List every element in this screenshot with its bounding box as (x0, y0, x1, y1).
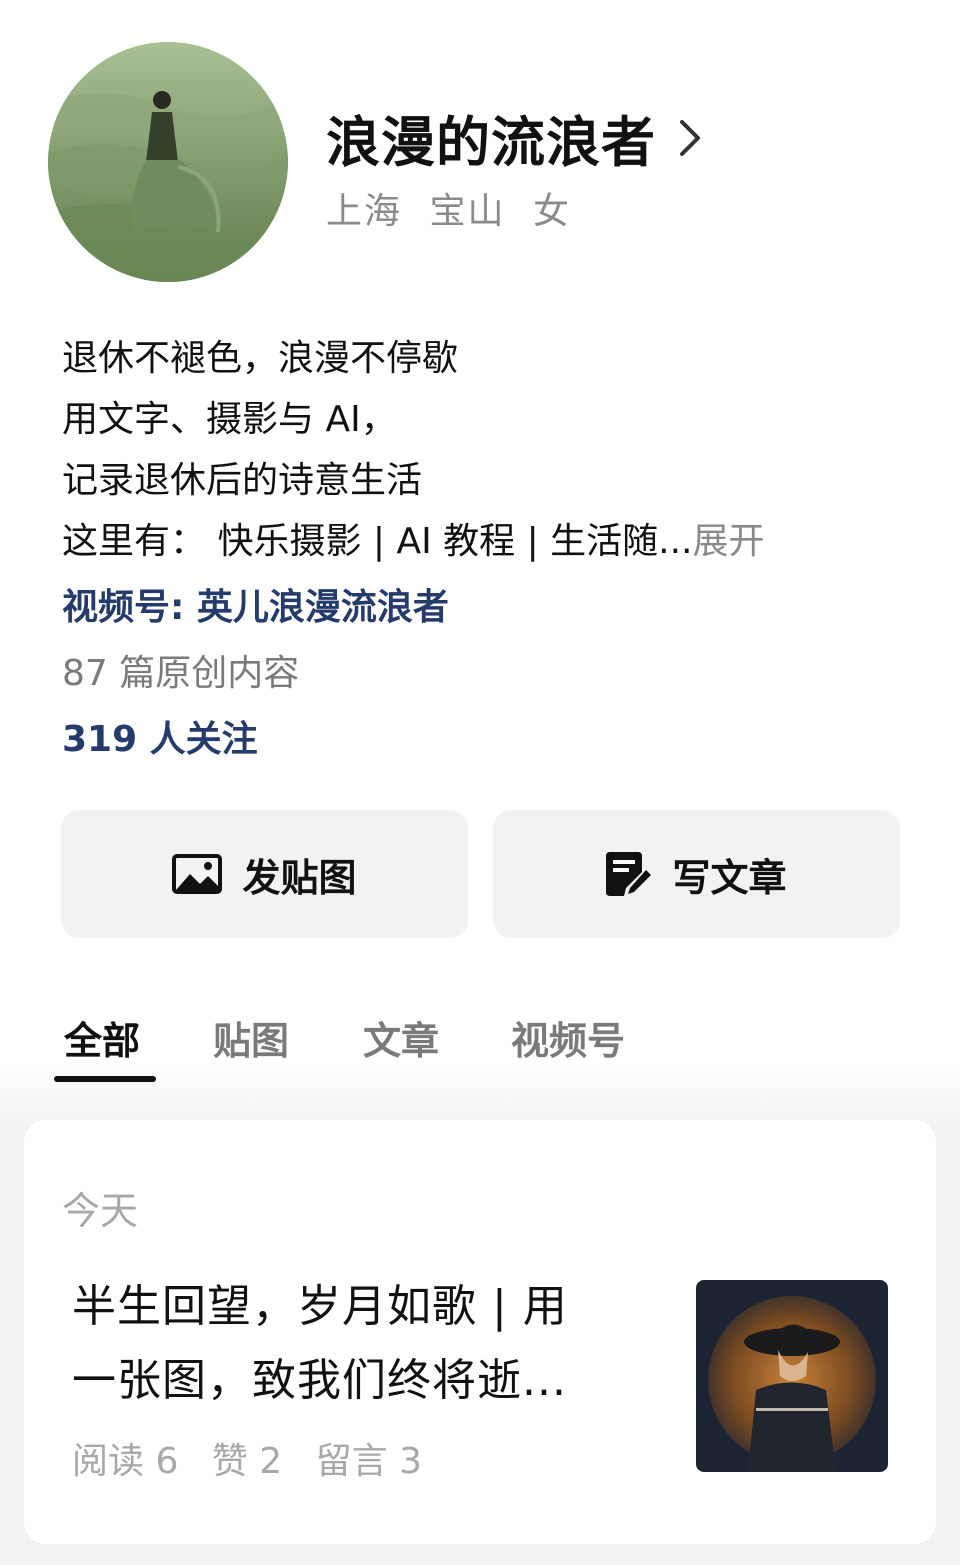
video-channel-link[interactable]: 视频号: 英儿浪漫流浪者 (62, 578, 449, 630)
post-image-button[interactable]: 发贴图 (61, 810, 468, 938)
content-tabs: 全部 贴图 文章 视频号 (0, 1010, 960, 1084)
bio-line: 退休不褪色，浪漫不停歇 (62, 338, 459, 379)
followers-count[interactable]: 319 人关注 (62, 710, 258, 762)
read-count: 阅读 6 (72, 1441, 179, 1482)
post-image-label: 发贴图 (242, 855, 357, 900)
location-city: 上海 (326, 191, 403, 232)
tab-video-channel[interactable]: 视频号 (511, 1010, 625, 1065)
active-tab-indicator (54, 1076, 156, 1082)
bio-line-last: 这里有： 快乐摄影 | AI 教程 | 生活随...展开 (62, 511, 765, 572)
section-date-label: 今天 (62, 1189, 139, 1233)
tab-image-posts[interactable]: 贴图 (213, 1010, 289, 1065)
profile-name: 浪漫的流浪者 (326, 111, 656, 174)
article-title[interactable]: 半生回望，岁月如歌 | 用 一张图，致我们终将逝... (72, 1270, 652, 1418)
edit-document-icon (606, 852, 652, 896)
profile-bio: 退休不褪色，浪漫不停歇 用文字、摄影与 AI， 记录退休后的诗意生活 这里有： … (62, 328, 765, 572)
profile-location: 上海 宝山 女 (326, 182, 585, 234)
feed-card: 今天 半生回望，岁月如歌 | 用 一张图，致我们终将逝... 阅读 6 赞 2 … (24, 1120, 936, 1544)
bio-line: 这里有： 快乐摄影 | AI 教程 | 生活随... (62, 521, 693, 562)
original-content-count[interactable]: 87 篇原创内容 (62, 644, 299, 696)
article-title-line: 一张图，致我们终将逝... (72, 1355, 567, 1406)
profile-gender: 女 (532, 191, 571, 232)
image-icon (172, 854, 223, 894)
profile-name-row[interactable]: 浪漫的流浪者 (326, 98, 704, 177)
thumbnail-image (696, 1280, 888, 1472)
article-title-line: 半生回望，岁月如歌 | 用 (72, 1281, 568, 1332)
comment-count: 留言 3 (315, 1441, 422, 1482)
article-stats: 阅读 6 赞 2 留言 3 (72, 1432, 444, 1484)
bio-line: 记录退休后的诗意生活 (62, 460, 423, 501)
write-article-button[interactable]: 写文章 (493, 810, 900, 938)
avatar-image (48, 42, 288, 282)
location-district: 宝山 (429, 191, 506, 232)
like-count: 赞 2 (211, 1441, 283, 1482)
article-thumbnail[interactable] (696, 1280, 888, 1472)
bio-line: 用文字、摄影与 AI， (62, 399, 397, 440)
tab-all[interactable]: 全部 (64, 1010, 140, 1065)
tab-articles[interactable]: 文章 (363, 1010, 439, 1065)
avatar[interactable] (48, 42, 288, 282)
expand-link[interactable]: 展开 (693, 521, 765, 562)
chevron-right-icon (680, 119, 700, 156)
write-article-label: 写文章 (672, 855, 787, 900)
